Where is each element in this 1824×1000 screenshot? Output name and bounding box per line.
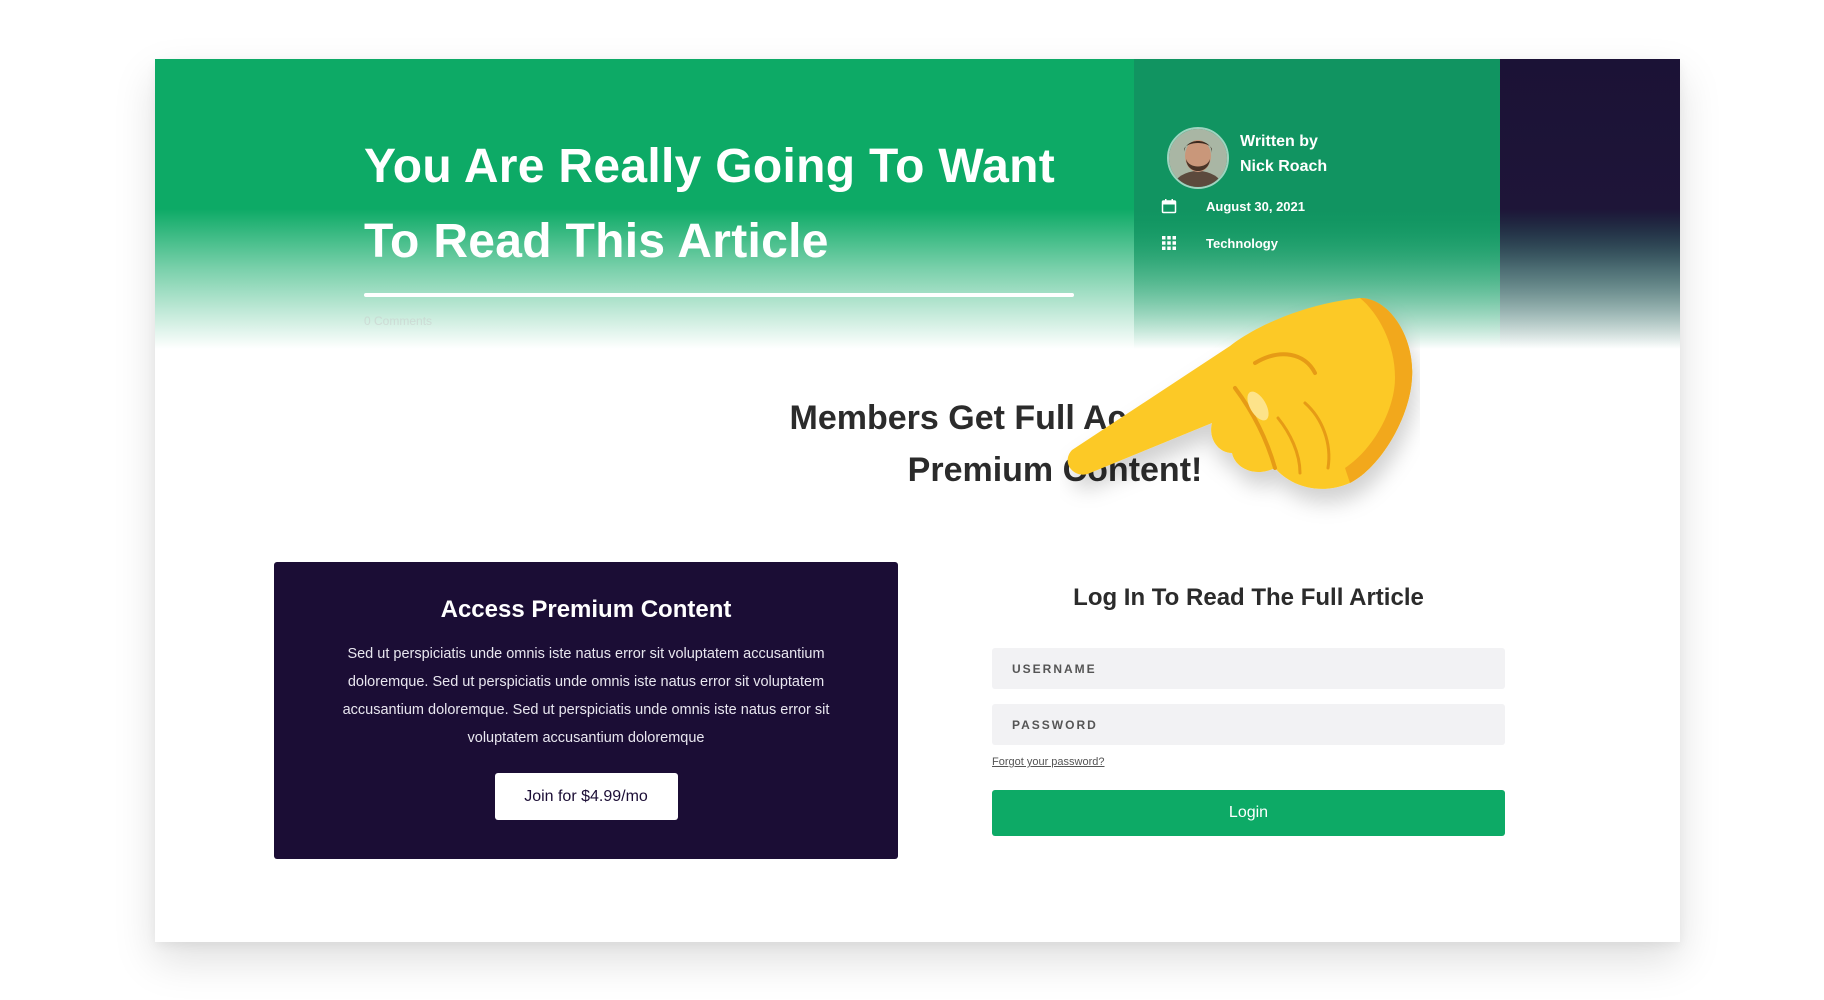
join-button[interactable]: Join for $4.99/mo (494, 773, 678, 820)
grid-icon (1160, 234, 1178, 252)
article-card: You Are Really Going To Want To Read Thi… (155, 59, 1680, 942)
username-input[interactable] (992, 648, 1505, 689)
article-title: You Are Really Going To Want To Read Thi… (364, 140, 1056, 268)
author-name[interactable]: Nick Roach (1240, 154, 1327, 179)
forgot-password-link[interactable]: Forgot your password? (992, 756, 1105, 768)
date-row: August 30, 2021 (1160, 197, 1305, 215)
premium-description: Sed ut perspiciatis unde omnis iste natu… (342, 646, 830, 746)
category-row: Technology (1160, 234, 1278, 252)
password-input[interactable] (992, 704, 1505, 745)
premium-box: Access Premium Content Sed ut perspiciat… (274, 562, 898, 859)
calendar-icon (1160, 197, 1178, 215)
comments-link[interactable]: 0 Comments (364, 314, 432, 328)
avatar (1167, 127, 1229, 189)
title-underline (364, 293, 1074, 297)
pointing-hand-icon (1060, 268, 1420, 528)
author-byline: Written by Nick Roach (1240, 129, 1327, 179)
post-category[interactable]: Technology (1206, 236, 1278, 251)
login-title: Log In To Read The Full Article (1073, 584, 1424, 611)
post-date: August 30, 2021 (1206, 198, 1305, 214)
hero-dark-panel (1500, 59, 1680, 359)
login-button[interactable]: Login (992, 790, 1505, 836)
premium-title: Access Premium Content (440, 596, 732, 623)
written-by-label: Written by (1240, 133, 1318, 150)
